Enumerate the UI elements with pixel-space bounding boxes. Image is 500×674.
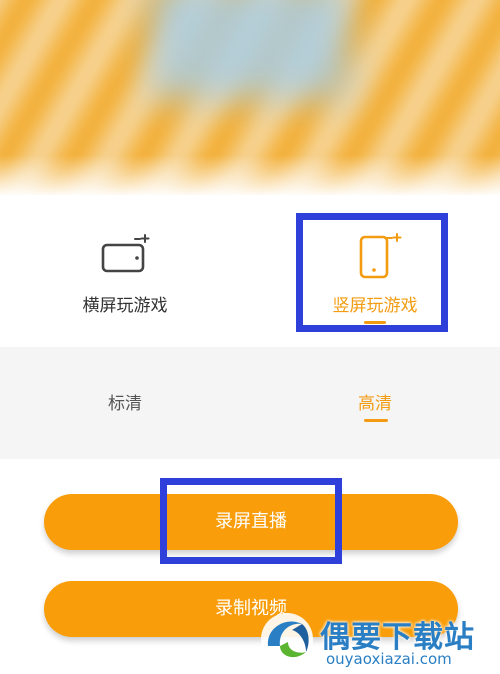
banner-sky	[150, 0, 350, 100]
watermark: 偶要下载站 ouyaoxiazai.com	[254, 608, 494, 672]
ouyao-logo-icon	[261, 613, 313, 665]
landscape-option[interactable]: 横屏玩游戏	[0, 195, 250, 347]
portrait-phone-rotate-icon	[359, 233, 402, 279]
blurred-game-banner	[0, 0, 500, 195]
banner-fade	[0, 155, 500, 195]
portrait-option[interactable]: 竖屏玩游戏	[250, 195, 500, 347]
portrait-label: 竖屏玩游戏	[332, 296, 418, 316]
landscape-label: 横屏玩游戏	[82, 296, 168, 316]
quality-selector: 标清 高清	[0, 347, 500, 459]
quality-selected-indicator	[364, 419, 388, 422]
quality-sd-option[interactable]: 标清	[0, 389, 250, 414]
portrait-selected-indicator	[364, 321, 386, 324]
quality-hd-option[interactable]: 高清	[250, 389, 500, 414]
orientation-selector: 横屏玩游戏 竖屏玩游戏	[0, 195, 500, 347]
watermark-domain: ouyaoxiazai.com	[326, 650, 452, 668]
record-live-button[interactable]: 录屏直播	[44, 494, 458, 550]
landscape-phone-rotate-icon	[101, 234, 150, 273]
